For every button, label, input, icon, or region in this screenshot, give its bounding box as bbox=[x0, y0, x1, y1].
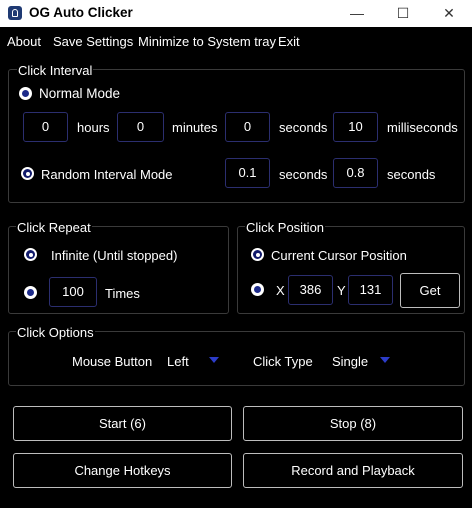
x-input[interactable]: 386 bbox=[288, 275, 333, 305]
normal-mode-label: Normal Mode bbox=[39, 86, 121, 101]
y-label: Y bbox=[337, 283, 346, 298]
random-mode-radio[interactable] bbox=[21, 167, 34, 180]
infinite-label: Infinite (Until stopped) bbox=[51, 248, 178, 263]
record-playback-button[interactable]: Record and Playback bbox=[243, 453, 463, 488]
close-button[interactable]: ✕ bbox=[426, 0, 472, 27]
menu-save-settings[interactable]: Save Settings bbox=[53, 34, 133, 49]
start-button[interactable]: Start (6) bbox=[13, 406, 232, 441]
menu-bar: About Save Settings Minimize to System t… bbox=[0, 29, 472, 53]
title-bar: OG Auto Clicker — ☐ ✕ bbox=[0, 0, 472, 27]
infinite-radio[interactable] bbox=[24, 248, 37, 261]
fixed-position-radio[interactable] bbox=[251, 283, 264, 296]
maximize-button[interactable]: ☐ bbox=[380, 0, 426, 27]
menu-about[interactable]: About bbox=[7, 34, 41, 49]
stop-button[interactable]: Stop (8) bbox=[243, 406, 463, 441]
y-input[interactable]: 131 bbox=[348, 275, 393, 305]
menu-minimize-to-tray[interactable]: Minimize to System tray bbox=[138, 34, 276, 49]
x-label: X bbox=[276, 283, 285, 298]
mouse-button-select[interactable]: Left bbox=[167, 354, 189, 369]
click-type-label: Click Type bbox=[253, 354, 313, 369]
random-max-seconds-label: seconds bbox=[387, 167, 436, 182]
milliseconds-label: milliseconds bbox=[387, 120, 458, 135]
mouse-button-label: Mouse Button bbox=[72, 354, 153, 369]
click-repeat-title: Click Repeat bbox=[16, 220, 92, 235]
repeat-times-input[interactable]: 100 bbox=[49, 277, 97, 307]
random-min-seconds-label: seconds bbox=[279, 167, 328, 182]
seconds-label: seconds bbox=[279, 120, 328, 135]
random-mode-label: Random Interval Mode bbox=[41, 167, 173, 182]
app-lock-icon bbox=[8, 6, 22, 20]
minutes-label: minutes bbox=[172, 120, 218, 135]
click-options-title: Click Options bbox=[16, 325, 95, 340]
click-type-select[interactable]: Single bbox=[332, 354, 368, 369]
menu-exit[interactable]: Exit bbox=[278, 34, 300, 49]
random-max-input[interactable]: 0.8 bbox=[333, 158, 378, 188]
seconds-input[interactable]: 0 bbox=[225, 112, 270, 142]
times-label: Times bbox=[105, 286, 140, 301]
click-position-title: Click Position bbox=[245, 220, 326, 235]
current-cursor-label: Current Cursor Position bbox=[271, 248, 407, 263]
hours-label: hours bbox=[77, 120, 110, 135]
normal-mode-radio[interactable] bbox=[19, 87, 32, 100]
mouse-button-dropdown-icon[interactable] bbox=[209, 357, 219, 363]
click-interval-title: Click Interval bbox=[17, 63, 94, 78]
minimize-button[interactable]: — bbox=[334, 0, 380, 27]
window-title: OG Auto Clicker bbox=[29, 5, 133, 20]
hours-input[interactable]: 0 bbox=[23, 112, 68, 142]
minutes-input[interactable]: 0 bbox=[117, 112, 164, 142]
click-type-dropdown-icon[interactable] bbox=[380, 357, 390, 363]
change-hotkeys-button[interactable]: Change Hotkeys bbox=[13, 453, 232, 488]
random-min-input[interactable]: 0.1 bbox=[225, 158, 270, 188]
repeat-times-radio[interactable] bbox=[24, 286, 37, 299]
milliseconds-input[interactable]: 10 bbox=[333, 112, 378, 142]
current-cursor-radio[interactable] bbox=[251, 248, 264, 261]
get-position-button[interactable]: Get bbox=[400, 273, 460, 308]
